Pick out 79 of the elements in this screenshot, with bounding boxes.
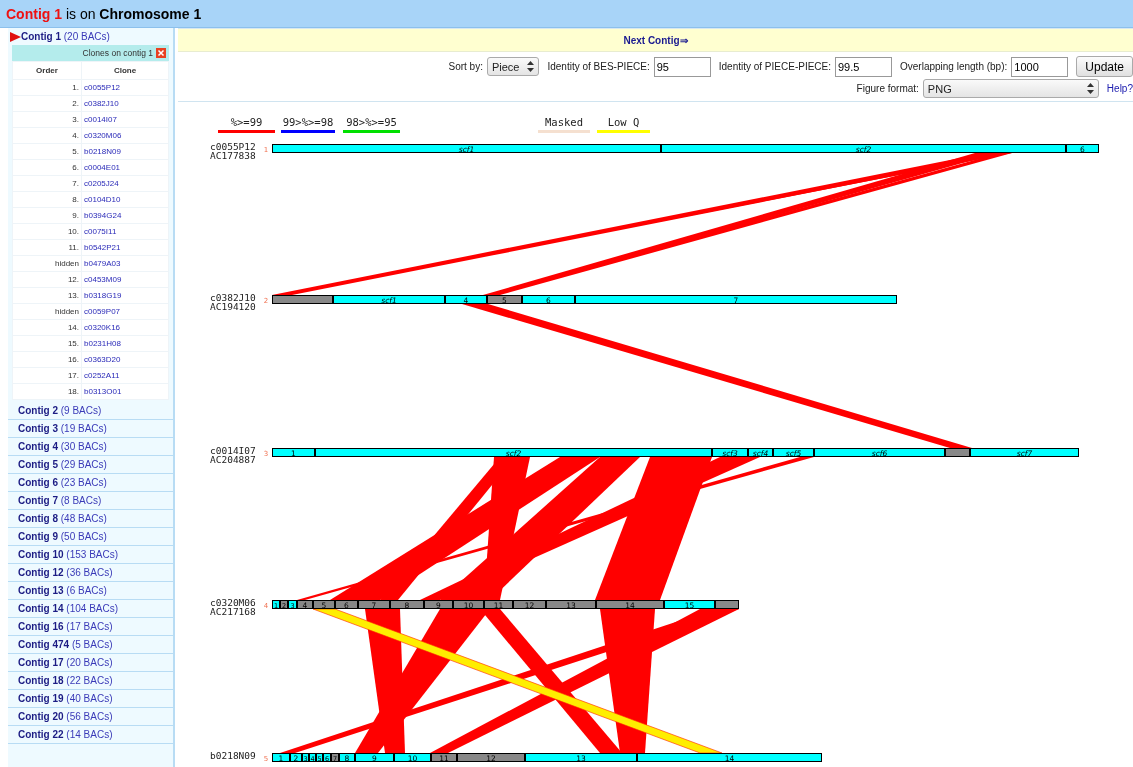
order-cell: 5. bbox=[12, 143, 82, 160]
order-cell: 10. bbox=[12, 223, 82, 240]
legend-item: %>=99 bbox=[230, 116, 263, 128]
contig-link[interactable]: Contig 16 (17 BACs) bbox=[18, 621, 113, 632]
contig-link[interactable]: Contig 7 (8 BACs) bbox=[18, 495, 102, 506]
contig-link[interactable]: Contig 12 (36 BACs) bbox=[18, 567, 113, 578]
input-field[interactable]: 1000 bbox=[1011, 56, 1069, 77]
clone-name: b0218N09 bbox=[210, 750, 256, 761]
contig-link[interactable]: Contig 5 (29 BACs) bbox=[18, 459, 107, 470]
up-down-arrows-icon bbox=[527, 61, 535, 72]
order-cell: 18. bbox=[12, 383, 82, 400]
contig-link[interactable]: Contig 10 (153 BACs) bbox=[18, 549, 119, 560]
order-cell: 17. bbox=[12, 367, 82, 384]
contig-link[interactable]: Contig 4 (30 BACs) bbox=[18, 441, 107, 452]
order-cell: 6. bbox=[12, 159, 82, 176]
order-cell: 12. bbox=[12, 271, 82, 288]
order-cell: 9. bbox=[12, 207, 82, 224]
accession-label: AC217168 bbox=[210, 606, 256, 617]
field-label: Overlapping length (bp): bbox=[900, 61, 1008, 72]
contig-link[interactable]: Contig 474 (5 BACs) bbox=[18, 639, 113, 650]
order-cell: 11. bbox=[12, 239, 82, 256]
field-label: Identity of PIECE-PIECE: bbox=[718, 61, 831, 72]
legend-item: 99>%>=98 bbox=[282, 116, 334, 128]
contig-link[interactable]: Contig 18 (22 BACs) bbox=[18, 675, 113, 686]
legend-item: Low Q bbox=[607, 116, 640, 128]
clone-link[interactable]: c0075I11 bbox=[84, 227, 117, 236]
page-title: Contig 1 is on Chromosome 1 bbox=[5, 5, 203, 24]
order-cell: 15. bbox=[12, 335, 82, 352]
order-cell: 14. bbox=[12, 319, 82, 336]
legend-item: 98>%>=95 bbox=[346, 116, 397, 128]
clone-name: c0014I07 bbox=[210, 445, 256, 456]
up-down-arrows-icon bbox=[1086, 83, 1094, 94]
field-label: Sort by: bbox=[448, 61, 483, 72]
contig-link[interactable]: Contig 2 (9 BACs) bbox=[18, 405, 102, 416]
order-cell: 2. bbox=[12, 95, 82, 112]
input-field[interactable]: 99.5 bbox=[835, 56, 892, 77]
column-header: Order bbox=[12, 61, 82, 80]
contig-segment bbox=[272, 295, 333, 304]
contig-link[interactable]: Contig 1 (20 BACs) bbox=[21, 31, 110, 42]
accession-label: AC194120 bbox=[210, 301, 256, 312]
panel-title: Clones on contig 1 bbox=[82, 48, 153, 58]
legend-item: Masked bbox=[545, 116, 583, 128]
accession-label: AC177838 bbox=[210, 150, 256, 161]
contig-link[interactable]: Contig 22 (14 BACs) bbox=[18, 729, 113, 740]
order-cell: 4. bbox=[12, 127, 82, 144]
clone-name: c0382J10 bbox=[210, 292, 256, 303]
contig-link[interactable]: Contig 14 (104 BACs) bbox=[18, 603, 119, 614]
clone-link[interactable]: c0014I07 bbox=[84, 115, 117, 124]
order-cell: 3. bbox=[12, 111, 82, 128]
contig-link[interactable]: Contig 9 (50 BACs) bbox=[18, 531, 107, 542]
contig-link[interactable]: Contig 19 (40 BACs) bbox=[18, 693, 113, 704]
input-field[interactable]: 95 bbox=[653, 56, 711, 77]
contig-link[interactable]: Contig 20 (56 BACs) bbox=[18, 711, 113, 722]
contig-segment bbox=[715, 600, 739, 609]
dropdown[interactable]: Piece bbox=[486, 57, 540, 76]
help-link[interactable]: Help? bbox=[1106, 83, 1133, 94]
clone-name: c0320M06 bbox=[210, 597, 256, 608]
contig-link[interactable]: Contig 3 (19 BACs) bbox=[18, 423, 107, 434]
order-cell: 16. bbox=[12, 351, 82, 368]
close-icon[interactable] bbox=[156, 48, 166, 58]
order-cell: 13. bbox=[12, 287, 82, 304]
contig-link[interactable]: Contig 8 (48 BACs) bbox=[18, 513, 107, 524]
dropdown[interactable]: PNG bbox=[922, 79, 1099, 98]
order-cell: 8. bbox=[12, 191, 82, 208]
clone-name: c0055P12 bbox=[210, 141, 256, 152]
contig-link[interactable]: Contig 13 (6 BACs) bbox=[18, 585, 107, 596]
update-button[interactable]: Update bbox=[1076, 56, 1133, 77]
contig-segment bbox=[945, 448, 970, 457]
contig-link[interactable]: Contig 17 (20 BACs) bbox=[18, 657, 113, 668]
accession-label: AC204887 bbox=[210, 454, 256, 465]
column-header: Clone bbox=[81, 61, 169, 80]
contig-link[interactable]: Contig 6 (23 BACs) bbox=[18, 477, 107, 488]
field-label: Figure format: bbox=[856, 83, 919, 94]
order-cell: hidden bbox=[12, 303, 82, 320]
order-cell: 7. bbox=[12, 175, 82, 192]
next-contig-link[interactable]: Next Contig⇒ bbox=[623, 34, 688, 46]
field-label: Identity of BES-PIECE: bbox=[547, 61, 650, 72]
order-cell: hidden bbox=[12, 255, 82, 272]
order-cell: 1. bbox=[12, 79, 82, 96]
